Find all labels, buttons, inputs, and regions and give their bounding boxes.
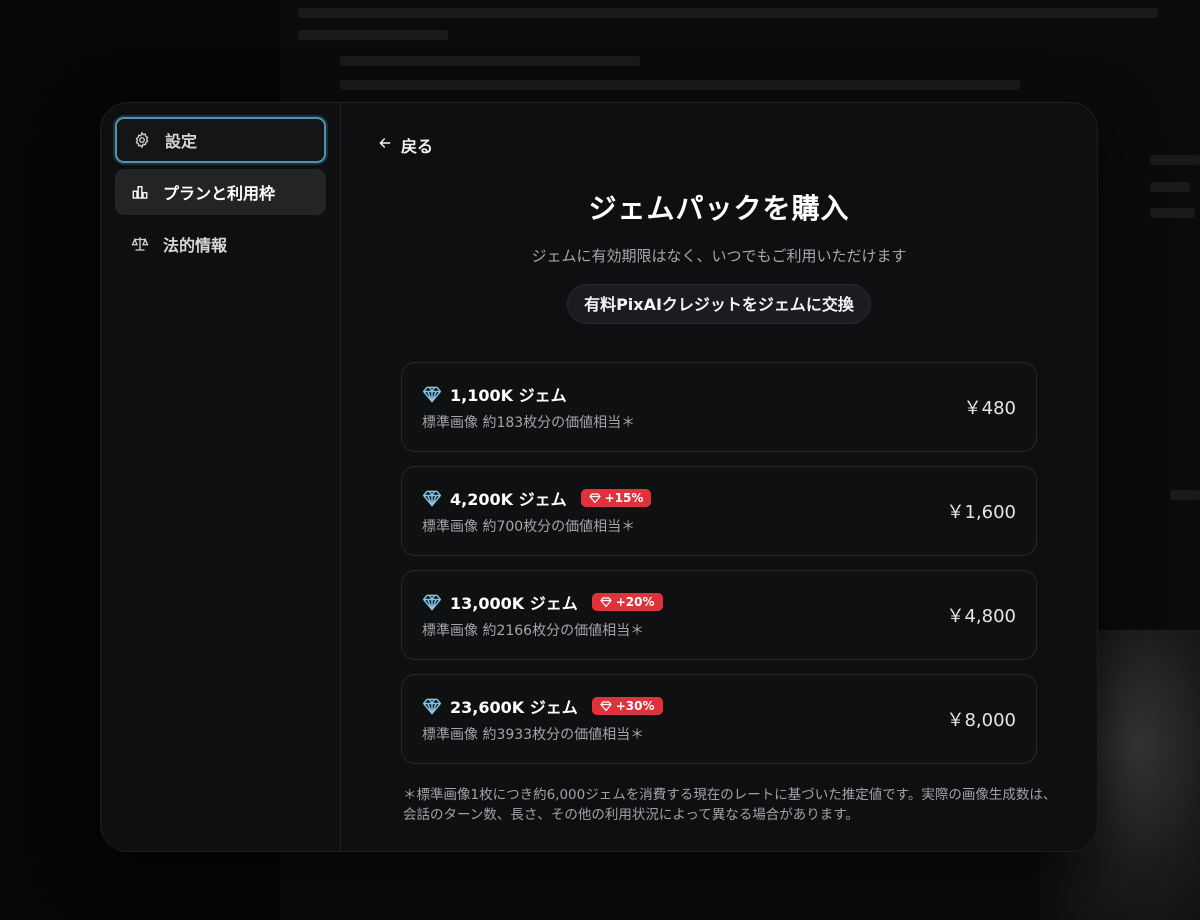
- gem-pack-list: 1,100K ジェム 標準画像 約183枚分の価値相当＊ ￥480 4,200K…: [401, 362, 1037, 764]
- arrow-left-icon: [377, 135, 393, 155]
- gem-icon: [422, 384, 442, 404]
- sidebar-item-plan-usage[interactable]: プランと利用枠: [115, 169, 326, 215]
- pack-price: ￥480: [963, 398, 1016, 419]
- gem-icon: [588, 493, 601, 504]
- back-button[interactable]: 戻る: [377, 133, 433, 157]
- page-subtitle: ジェムに有効期限はなく、いつでもご利用いただけます: [531, 247, 907, 265]
- gem-purchase-modal: 設定 プランと利用枠 法的情報 戻る ジェムパックを購入 ジェムに有効期限はなく…: [100, 102, 1098, 852]
- sidebar-item-legal[interactable]: 法的情報: [115, 221, 326, 267]
- sidebar-item-settings[interactable]: 設定: [115, 117, 326, 163]
- pack-price: ￥8,000: [946, 710, 1016, 731]
- sidebar-item-label: 法的情報: [163, 236, 228, 255]
- gem-icon: [600, 597, 612, 608]
- pack-price: ￥1,600: [946, 502, 1016, 523]
- bar-chart-icon: [131, 183, 149, 201]
- gem-pack-23600k[interactable]: 23,600K ジェム +30% 標準画像 約3933枚分の価値相当＊ ￥8,0…: [401, 674, 1037, 764]
- footnote: ＊標準画像1枚につき約6,000ジェムを消費する現在のレートに基づいた推定値です…: [403, 785, 1057, 825]
- gem-pack-1100k[interactable]: 1,100K ジェム 標準画像 約183枚分の価値相当＊ ￥480: [401, 362, 1037, 452]
- gem-icon: [422, 488, 442, 508]
- pack-description: 標準画像 約3933枚分の価値相当＊: [422, 727, 645, 743]
- pack-description: 標準画像 約700枚分の価値相当＊: [422, 519, 636, 535]
- sidebar-item-label: プランと利用枠: [163, 184, 276, 203]
- gem-icon: [422, 592, 442, 612]
- pack-price: ￥4,800: [946, 606, 1016, 627]
- bonus-label: +15%: [604, 491, 644, 505]
- footnote-line: ＊標準画像1枚につき約6,000ジェムを消費する現在のレートに基づいた推定値です…: [403, 787, 1057, 803]
- main-content: 戻る ジェムパックを購入 ジェムに有効期限はなく、いつでもご利用いただけます 有…: [341, 103, 1097, 851]
- gem-pack-4200k[interactable]: 4,200K ジェム +15% 標準画像 約700枚分の価値相当＊ ￥1,600: [401, 466, 1037, 556]
- bonus-label: +20%: [615, 595, 655, 609]
- gem-icon: [600, 701, 612, 712]
- sidebar-item-label: 設定: [165, 132, 198, 151]
- pack-name: 13,000K ジェム: [450, 594, 578, 613]
- settings-sidebar: 設定 プランと利用枠 法的情報: [101, 103, 341, 851]
- bonus-badge: +20%: [591, 593, 663, 611]
- back-label: 戻る: [401, 137, 434, 156]
- footnote-line: 会話のターン数、長さ、その他の利用状況によって異なる場合があります。: [403, 807, 859, 823]
- page-title: ジェムパックを購入: [588, 192, 850, 225]
- gear-icon: [133, 131, 151, 149]
- bonus-badge: +30%: [591, 697, 663, 715]
- bonus-label: +30%: [615, 699, 655, 713]
- pack-name: 4,200K ジェム: [450, 490, 567, 509]
- pack-description: 標準画像 約183枚分の価値相当＊: [422, 415, 636, 431]
- pack-description: 標準画像 約2166枚分の価値相当＊: [422, 623, 645, 639]
- bonus-badge: +15%: [580, 489, 652, 507]
- exchange-credits-button[interactable]: 有料PixAIクレジットをジェムに交換: [567, 284, 871, 324]
- pack-name: 1,100K ジェム: [450, 386, 567, 405]
- gem-icon: [422, 696, 442, 716]
- scale-icon: [131, 235, 149, 253]
- pack-name: 23,600K ジェム: [450, 698, 578, 717]
- gem-pack-13000k[interactable]: 13,000K ジェム +20% 標準画像 約2166枚分の価値相当＊ ￥4,8…: [401, 570, 1037, 660]
